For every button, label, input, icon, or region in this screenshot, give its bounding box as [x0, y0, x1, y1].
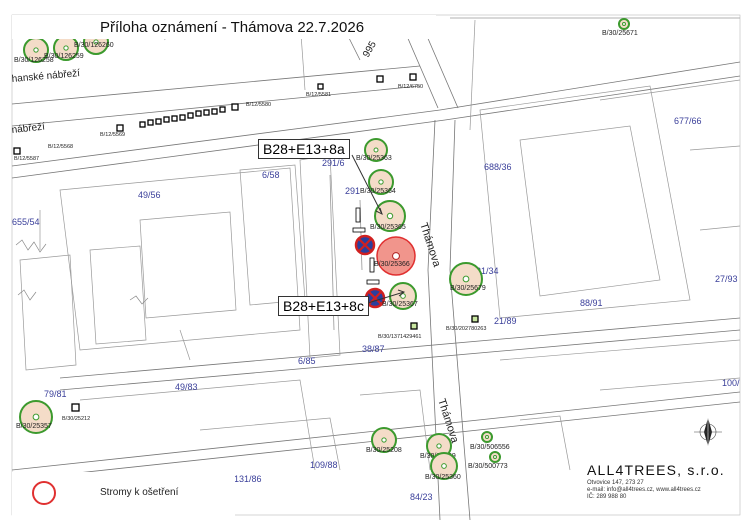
object-label: B/12/5580: [246, 102, 271, 108]
company-contact: e-mail: info@all4trees.cz, www.all4trees…: [587, 487, 701, 493]
tree-trunk-icon: [33, 47, 39, 53]
tree-label: B/30/126259: [44, 53, 84, 60]
parcel-label: 291/6: [322, 158, 345, 168]
legend-label: Stromy k ošetření: [100, 487, 179, 498]
map-canvas[interactable]: 677/66 688/36 49/56 6/58 291/6 291 655/5…: [0, 0, 753, 532]
parcel-label: 49/56: [138, 190, 161, 200]
parcel-label: 677/66: [674, 116, 702, 126]
tree-label: B/30/25357: [16, 423, 52, 430]
tree-trunk-icon: [381, 437, 387, 443]
callout-label: B28+E13+8c: [278, 296, 369, 316]
parcel-label: 38/87: [362, 344, 385, 354]
parcel-label: 49/83: [175, 382, 198, 392]
object-label: B/12/5569: [100, 132, 125, 138]
parcel-label: 79/81: [44, 389, 67, 399]
tree-label: B/30/25363: [356, 155, 392, 162]
tree-label: B/30/25679: [450, 285, 486, 292]
company-block: ALL4TREES, s.r.o. Otvovice 147, 273 27 e…: [585, 462, 735, 512]
company-address: Otvovice 147, 273 27: [587, 480, 644, 486]
parcel-label: 291: [345, 186, 360, 196]
parcel-label: 6/58: [262, 170, 280, 180]
parcel-label: 88/91: [580, 298, 603, 308]
company-name: ALL4TREES, s.r.o.: [587, 462, 725, 478]
parcel-label: 109/88: [310, 460, 338, 470]
tree-label: B/30/25208: [366, 447, 402, 454]
parcel-label: 84/23: [410, 492, 433, 502]
object-label: B/12/5568: [48, 144, 73, 150]
parcel-label: 655/54: [12, 217, 40, 227]
parcel-label: 21/89: [494, 316, 517, 326]
tree-label: B/30/506556: [470, 444, 510, 451]
parcel-label: 100/: [722, 378, 740, 388]
legend: Stromy k ošetření: [12, 472, 235, 516]
parcel-label: 131/86: [234, 474, 262, 484]
tree-trunk-icon: [392, 252, 400, 260]
tree-trunk-icon: [485, 435, 489, 439]
tree-label: B/30/25360: [425, 474, 461, 481]
tree-trunk-icon: [441, 463, 447, 469]
tree-trunk-icon: [462, 275, 470, 283]
tree-trunk-icon: [386, 212, 394, 220]
object-label: B/30/1371429461: [378, 334, 421, 340]
tree-label: B/30/25671: [602, 30, 638, 37]
tree-label: B/30/500773: [468, 463, 508, 470]
no-parking-sign-icon: [354, 234, 376, 256]
page-title: Příloha oznámení - Thámova 22.7.2026: [100, 19, 365, 36]
tree-trunk-icon: [378, 179, 384, 185]
parcel-label: 688/36: [484, 162, 512, 172]
tree-label: B/30/25367: [382, 301, 418, 308]
parcel-label: 6/85: [298, 356, 316, 366]
legend-circle-icon: [32, 481, 56, 505]
callout-label: B28+E13+8a: [258, 139, 350, 159]
object-label: B/30/202780263: [446, 326, 486, 332]
tree-trunk-icon: [63, 45, 69, 51]
object-label: B/12/5587: [14, 156, 39, 162]
object-label: B/30/25212: [62, 416, 90, 422]
parcel-label: 27/93: [715, 274, 738, 284]
tree-trunk-icon: [493, 455, 497, 459]
tree-trunk-icon: [32, 413, 40, 421]
tree-trunk-icon: [373, 147, 379, 153]
object-label: B/12/5581: [306, 92, 331, 98]
object-label: B/12/6750: [398, 84, 423, 90]
tree-trunk-icon: [436, 443, 442, 449]
tree-label: B/30/25365: [370, 224, 406, 231]
tree-label: B/30/25366: [374, 261, 410, 268]
tree-trunk-icon: [622, 22, 626, 26]
company-ic: IČ: 289 988 80: [587, 494, 627, 500]
tree-label: B/30/126260: [74, 42, 114, 49]
tree-label: B/30/25364: [360, 188, 396, 195]
